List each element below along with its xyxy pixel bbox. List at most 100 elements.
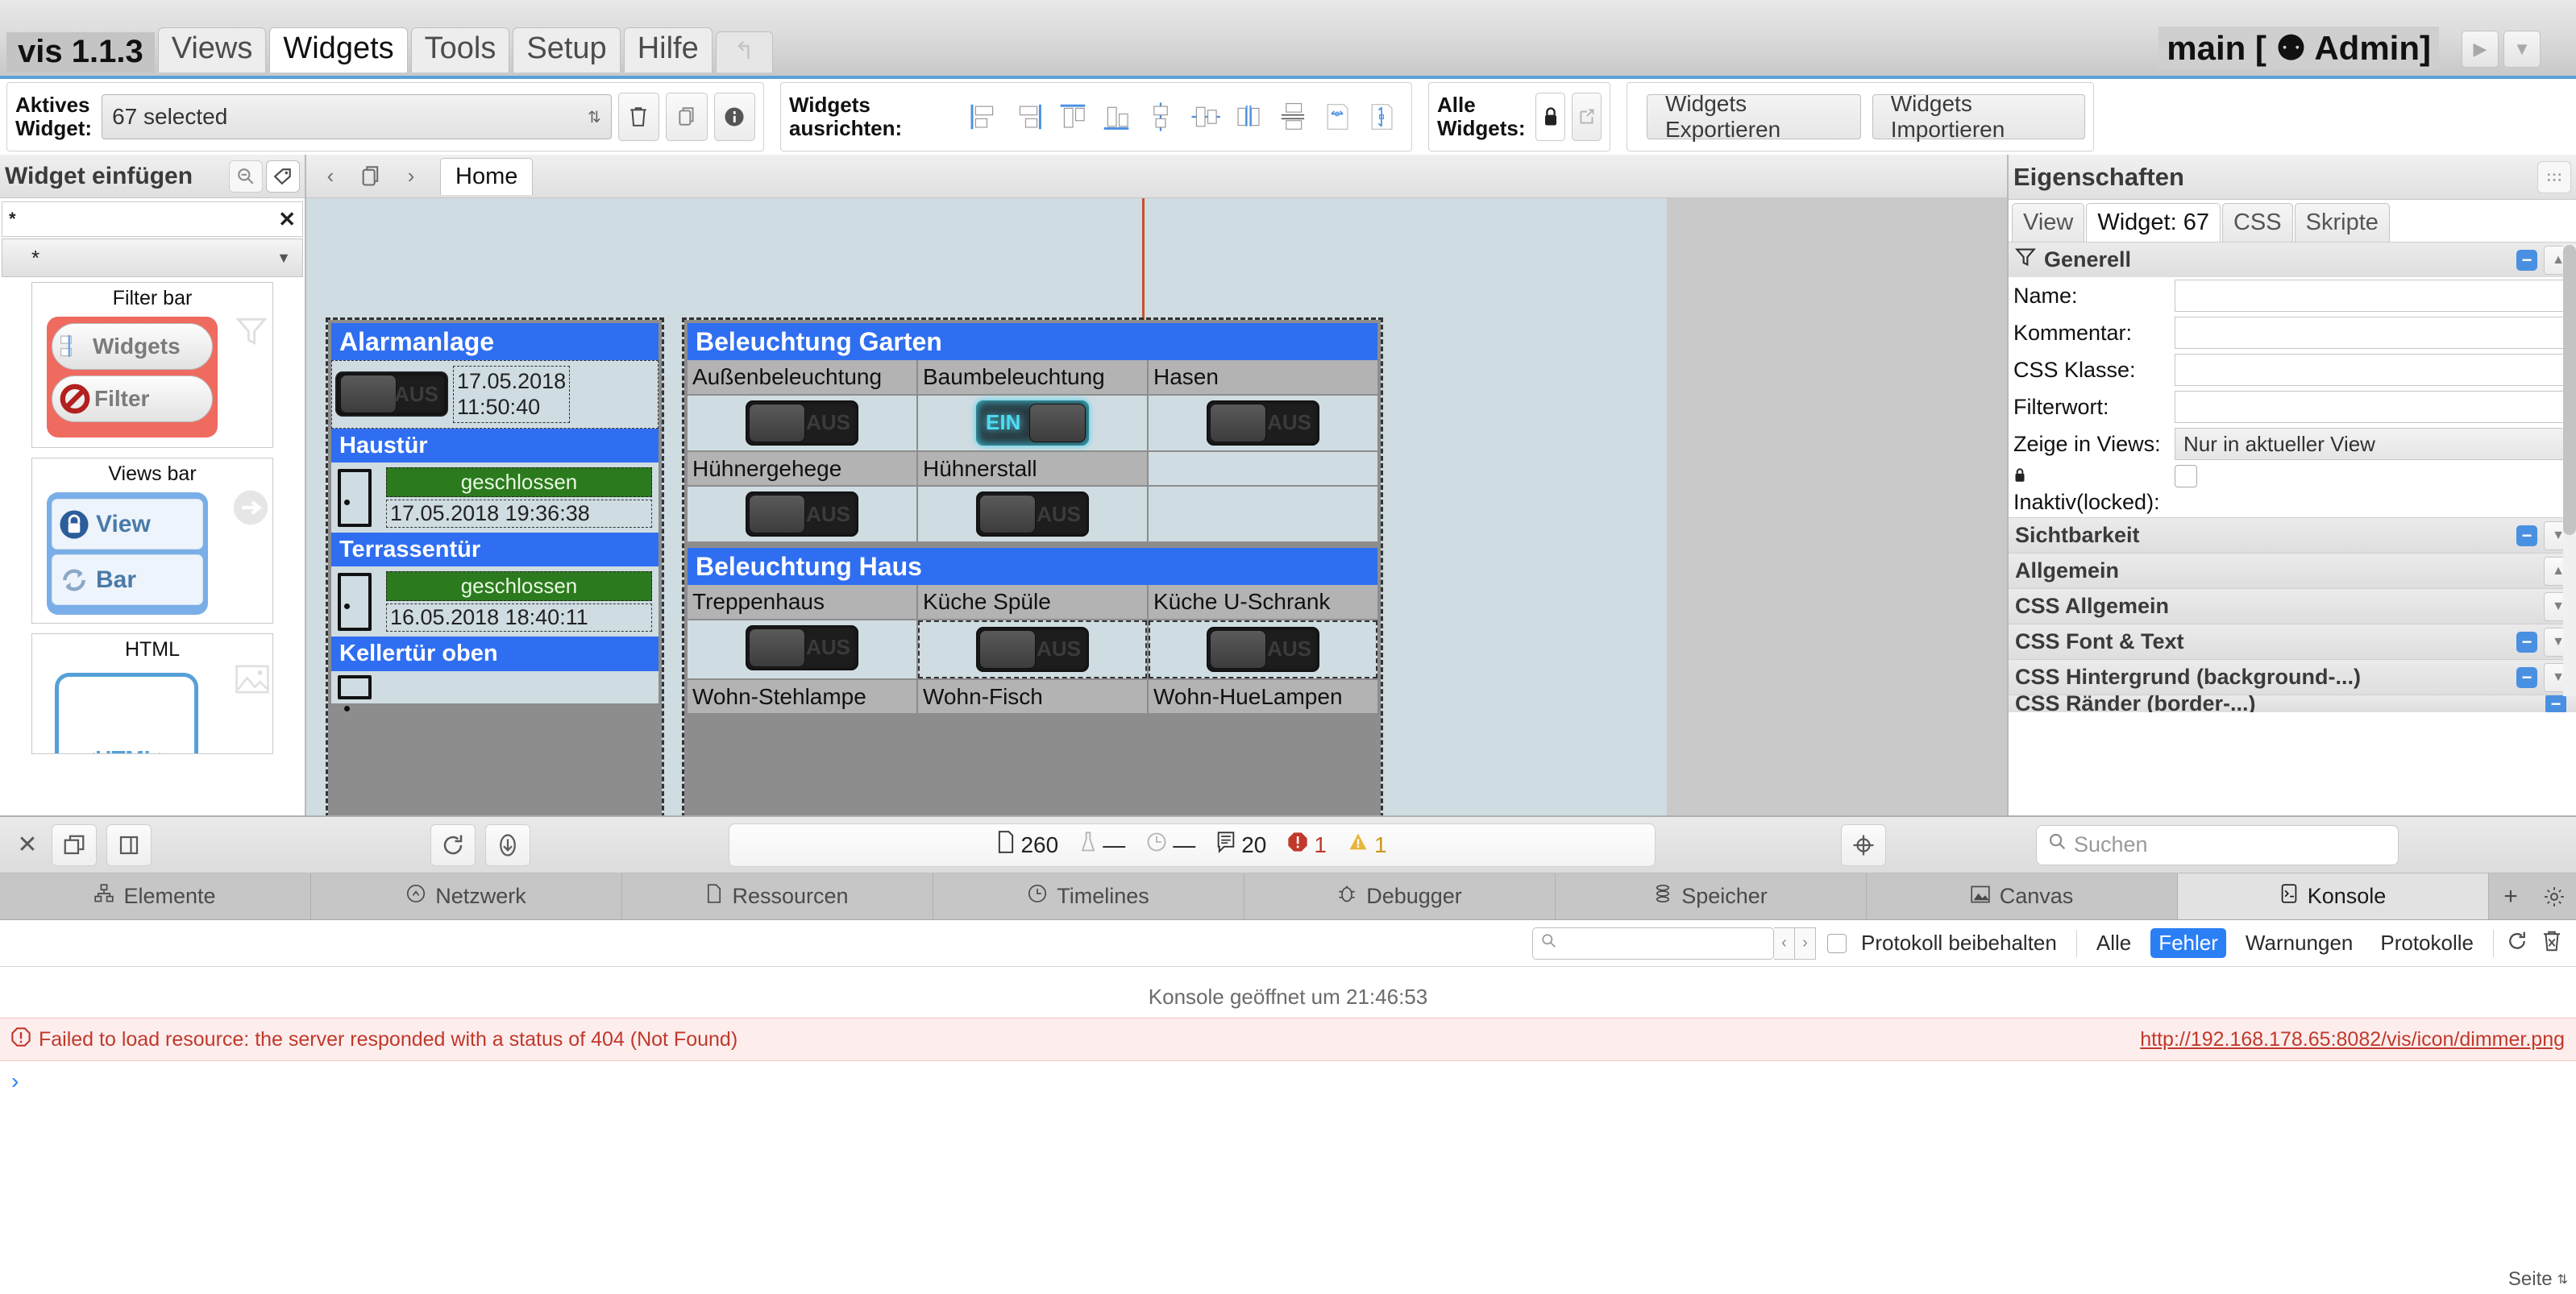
widget-panel-beleuchtung[interactable]: Beleuchtung Garten Außenbeleuchtung Baum…: [682, 317, 1383, 815]
align-bottom-icon[interactable]: [1101, 96, 1132, 138]
console-error-link[interactable]: http://192.168.178.65:8082/vis/icon/dimm…: [2140, 1028, 2565, 1051]
filter-level-alle[interactable]: Alle: [2088, 928, 2139, 958]
close-icon[interactable]: ✕: [8, 824, 47, 866]
inaktiv-checkbox[interactable]: [2175, 465, 2197, 487]
menu-tab-hilfe[interactable]: Hilfe: [623, 27, 713, 73]
widget-card-filter-bar[interactable]: Filter bar Widgets Filter: [31, 282, 273, 448]
dt-tab-netzwerk[interactable]: Netzwerk: [311, 873, 622, 919]
menu-tab-tools[interactable]: Tools: [410, 27, 510, 73]
devtools-search-input[interactable]: Suchen: [2036, 824, 2399, 865]
widget-panel-alarmanlage[interactable]: Alarmanlage AUS 17.05.2018 11:50:40 Haus…: [326, 317, 664, 815]
align-top-icon[interactable]: [1057, 96, 1088, 138]
dt-tab-elemente[interactable]: Elemente: [0, 873, 311, 919]
menu-tab-setup[interactable]: Setup: [513, 27, 621, 73]
accordion-sichtbarkeit[interactable]: Sichtbarkeit − ▼: [2009, 517, 2576, 553]
accordion-css-raender[interactable]: CSS Ränder (border-...) −: [2009, 695, 2576, 712]
collapse-icon[interactable]: −: [2545, 695, 2566, 712]
distribute-vertical-icon[interactable]: [1278, 96, 1309, 138]
console-context-selector[interactable]: Seite ⇅: [2508, 1268, 2568, 1291]
keep-log-group[interactable]: Protokoll beibehalten: [1827, 928, 2065, 958]
vis-canvas[interactable]: Alarmanlage AUS 17.05.2018 11:50:40 Haus…: [306, 198, 2007, 815]
widget-category-select[interactable]: * ▼: [2, 238, 303, 277]
tab-widget[interactable]: Widget: 67: [2086, 203, 2221, 242]
filter-level-warnungen[interactable]: Warnungen: [2237, 928, 2361, 958]
zeige-in-views-select[interactable]: Nur in aktueller View: [2175, 428, 2571, 460]
chevron-right-icon[interactable]: ›: [1795, 927, 1817, 960]
grip-icon[interactable]: [2537, 160, 2571, 193]
close-icon[interactable]: ✕: [278, 207, 296, 232]
dt-tab-konsole[interactable]: Konsole: [2178, 873, 2489, 919]
accordion-generell[interactable]: Generell − ▲: [2009, 242, 2576, 277]
light-toggle-huehnergehege[interactable]: AUS: [746, 491, 858, 537]
tab-css[interactable]: CSS: [2221, 203, 2293, 242]
dt-tab-timelines[interactable]: Timelines: [933, 873, 1244, 919]
gear-icon[interactable]: [2532, 873, 2576, 919]
keep-log-checkbox[interactable]: [1827, 933, 1847, 953]
download-icon[interactable]: [485, 823, 530, 866]
alarm-toggle[interactable]: AUS: [335, 371, 448, 417]
align-center-horizontal-icon[interactable]: [1189, 96, 1220, 138]
kommentar-field[interactable]: [2175, 317, 2571, 349]
console-search-input[interactable]: [1532, 927, 1775, 960]
zoom-out-icon[interactable]: [229, 160, 263, 193]
light-toggle-huehnerstall[interactable]: AUS: [976, 491, 1089, 537]
light-toggle-baumbeleuchtung[interactable]: EIN: [976, 400, 1089, 446]
tab-skripte[interactable]: Skripte: [2294, 203, 2390, 242]
properties-scrollbar[interactable]: [2563, 245, 2576, 696]
name-field[interactable]: [2175, 280, 2571, 312]
same-width-icon[interactable]: [1322, 96, 1353, 138]
tag-icon[interactable]: [266, 160, 300, 193]
light-toggle-hasen[interactable]: AUS: [1207, 400, 1319, 446]
import-widgets-button[interactable]: Widgets Importieren: [1872, 91, 2085, 142]
widget-card-views-bar[interactable]: Views bar View Bar: [31, 458, 273, 624]
accordion-allgemein[interactable]: Allgemein ▲: [2009, 553, 2576, 588]
active-widget-select[interactable]: 67 selected ⇅: [102, 94, 612, 139]
copy-view-icon[interactable]: [353, 160, 388, 193]
light-toggle-kueche-spuele[interactable]: AUS: [976, 626, 1089, 672]
tab-view[interactable]: View: [2012, 203, 2085, 242]
view-tab-home[interactable]: Home: [440, 157, 534, 195]
collapse-icon[interactable]: −: [2516, 631, 2537, 653]
dt-tab-canvas[interactable]: Canvas: [1867, 873, 2178, 919]
collapse-icon[interactable]: −: [2516, 525, 2537, 546]
menu-tab-views[interactable]: Views: [157, 27, 267, 73]
light-toggle-kueche-u-schrank[interactable]: AUS: [1207, 626, 1319, 672]
light-toggle-treppenhaus[interactable]: AUS: [746, 624, 858, 670]
dt-tab-speicher[interactable]: Speicher: [1556, 873, 1867, 919]
trash-icon[interactable]: [617, 93, 660, 141]
chevron-left-icon[interactable]: ‹: [313, 160, 348, 193]
crosshair-icon[interactable]: [1841, 823, 1886, 866]
chevron-left-icon[interactable]: ‹: [1774, 927, 1796, 960]
filterwort-field[interactable]: [2175, 391, 2571, 423]
accordion-css-hintergrund[interactable]: CSS Hintergrund (background-...) − ▼: [2009, 659, 2576, 695]
copy-icon[interactable]: [666, 93, 708, 141]
collapse-icon[interactable]: −: [2516, 249, 2537, 271]
widget-card-html[interactable]: HTML <HTML>: [31, 633, 273, 754]
filter-level-fehler[interactable]: Fehler: [2150, 928, 2226, 958]
dt-tab-ressourcen[interactable]: Ressourcen: [622, 873, 933, 919]
trash-icon[interactable]: [2541, 929, 2563, 957]
chevron-down-icon[interactable]: ▼: [2503, 31, 2541, 68]
css-klasse-field[interactable]: [2175, 354, 2571, 386]
chevron-right-icon[interactable]: ›: [393, 160, 429, 193]
collapse-icon[interactable]: −: [2516, 666, 2537, 688]
play-icon[interactable]: ▶: [2462, 31, 2499, 68]
align-right-icon[interactable]: [1013, 96, 1045, 138]
align-center-vertical-icon[interactable]: [1145, 96, 1177, 138]
distribute-horizontal-icon[interactable]: [1233, 96, 1265, 138]
filter-level-protokolle[interactable]: Protokolle: [2372, 928, 2482, 958]
plus-icon[interactable]: +: [2489, 873, 2532, 919]
devtools-stats-bar[interactable]: 260 — — 20 1 1: [729, 823, 1656, 867]
split-panel-icon[interactable]: [106, 823, 152, 866]
console-error-row[interactable]: Failed to load resource: the server resp…: [0, 1018, 2576, 1061]
undo-icon[interactable]: ↰: [715, 31, 773, 73]
lock-icon[interactable]: [1535, 93, 1566, 141]
same-height-icon[interactable]: [1365, 96, 1397, 138]
reload-icon[interactable]: [430, 823, 476, 866]
dt-tab-debugger[interactable]: Debugger: [1244, 873, 1556, 919]
light-toggle-aussenbeleuchtung[interactable]: AUS: [746, 400, 858, 446]
dock-window-icon[interactable]: [52, 823, 97, 866]
external-link-icon[interactable]: [1572, 93, 1602, 141]
accordion-css-allgemein[interactable]: CSS Allgemein ▼: [2009, 588, 2576, 624]
console-prompt[interactable]: ›: [0, 1061, 2576, 1101]
